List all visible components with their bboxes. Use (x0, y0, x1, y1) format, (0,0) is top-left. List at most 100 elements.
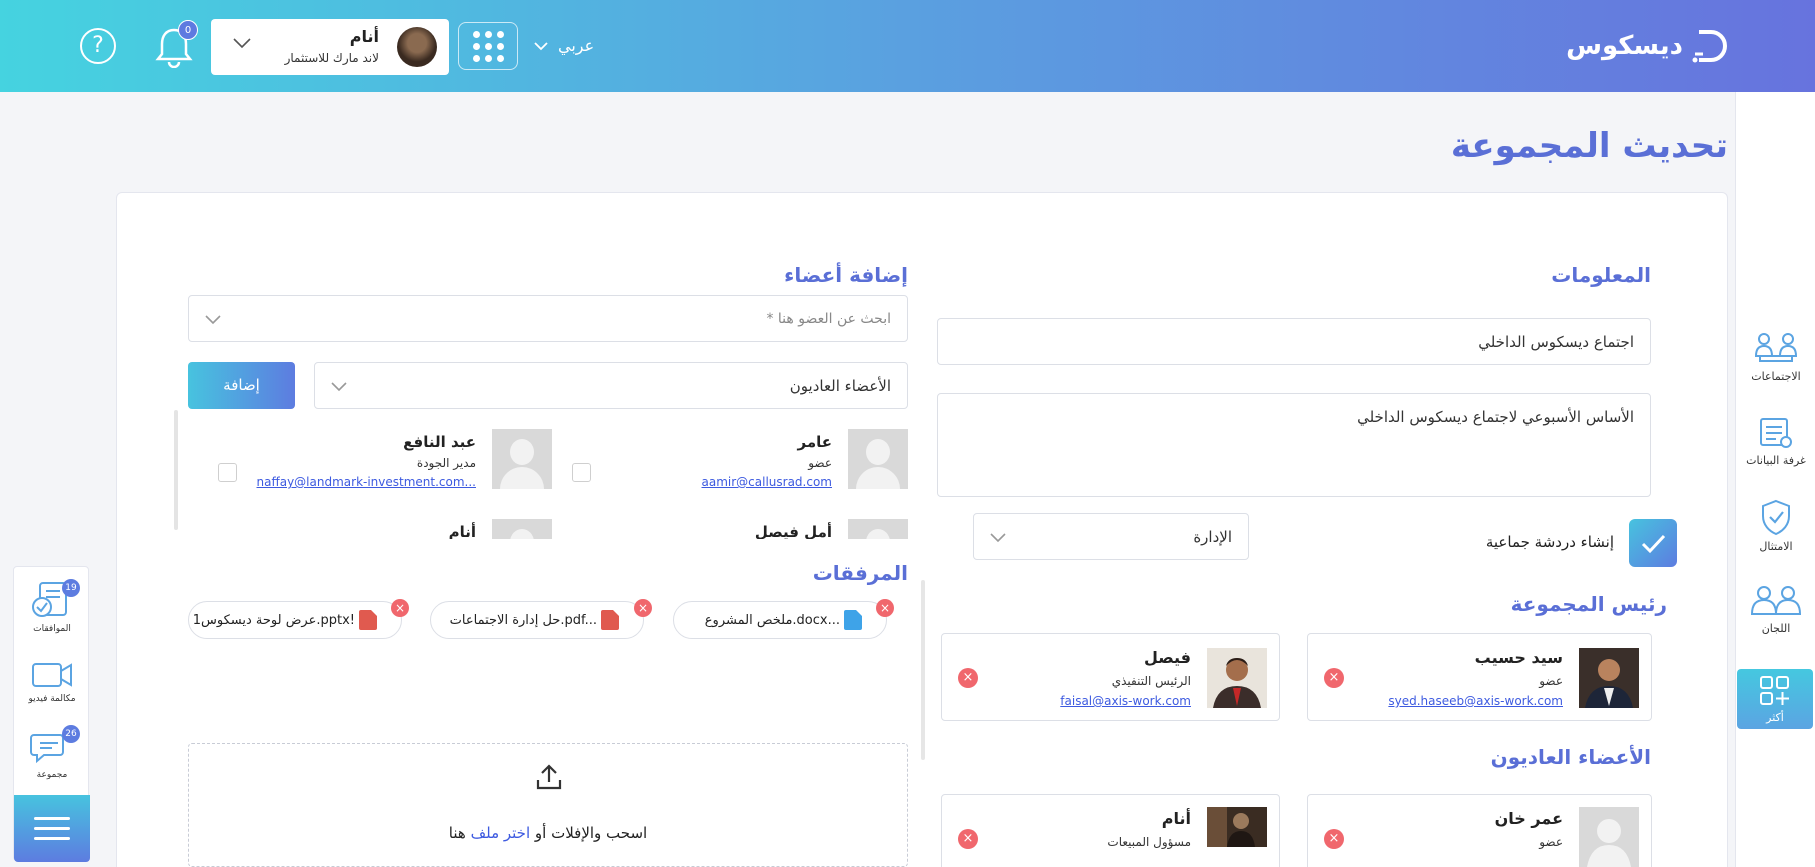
attachment-chip[interactable]: حل إدارة الاجتماعات.pdf... (430, 601, 644, 639)
chevron-down-icon (331, 381, 347, 391)
member-photo (1207, 807, 1267, 847)
member-name: أمل فيصل (754, 523, 832, 539)
candidates-scrollbar[interactable] (174, 410, 178, 530)
committees-icon (1750, 586, 1802, 615)
nav-label: الاجتماعات (1751, 370, 1801, 383)
regular-members-title: الأعضاء العاديون (1490, 745, 1651, 769)
remove-attachment-button[interactable]: × (634, 599, 652, 617)
group-chat-label: إنشاء دردشة جماعية (1485, 533, 1614, 551)
more-apps-icon (1760, 676, 1789, 705)
candidate-item: أنام (218, 519, 552, 539)
remove-member-button[interactable]: × (1324, 829, 1344, 849)
member-photo (1579, 807, 1639, 867)
member-photo (492, 519, 552, 539)
remove-attachment-button[interactable]: × (391, 599, 409, 617)
group-chat-badge: 26 (62, 725, 80, 743)
chevron-down-icon (233, 38, 251, 49)
nav-item-committees[interactable]: اللجان (1736, 584, 1815, 635)
page-title: تحديث المجموعة (1450, 126, 1728, 166)
regular-member-card: أنام مسؤول المبيعات × (941, 794, 1280, 867)
member-photo (492, 429, 552, 489)
side-navigation: الاجتماعات غرفة البيانات الامتثال اللجان (1735, 92, 1815, 867)
member-type-select[interactable]: الأعضاء العاديون (314, 362, 908, 409)
remove-member-button[interactable]: × (958, 829, 978, 849)
nav-item-more[interactable]: أكثر (1737, 669, 1813, 729)
group-chat-checkbox[interactable] (1629, 519, 1677, 567)
attachment-chip[interactable]: ملخص المشروع.docx... (673, 601, 887, 639)
user-organization: لاند مارك للاستثمار (284, 51, 379, 65)
approvals-badge: 19 (62, 579, 80, 597)
meetings-icon (1754, 333, 1798, 362)
notification-badge: 0 (178, 20, 198, 40)
file-name: ملخص المشروع.docx... (704, 612, 840, 628)
group-name-input[interactable]: اجتماع ديسكوس الداخلي (937, 318, 1651, 365)
attachment-chip[interactable]: عرض لوحة ديسكوس1.pptx! (188, 601, 402, 639)
video-call-icon (32, 663, 72, 687)
member-search-input[interactable]: ابحث عن العضو هنا * (188, 295, 908, 342)
member-role: مدير الجودة (416, 456, 476, 470)
remove-member-button[interactable]: × (1324, 668, 1344, 688)
chevron-down-icon (205, 314, 221, 324)
nav-label: الامتثال (1759, 540, 1793, 553)
language-selector[interactable]: عربي (534, 36, 594, 55)
group-description-textarea[interactable]: الأساس الأسبوعي لاجتماع ديسكوس الداخلي (937, 393, 1651, 497)
member-role: عضو (1539, 674, 1563, 688)
member-email[interactable]: syed.haseeb@axis-work.com (1388, 694, 1563, 708)
nav-item-meetings[interactable]: الاجتماعات (1736, 332, 1815, 383)
choose-file-link[interactable]: اختر ملف (471, 824, 531, 842)
candidate-item: عبد النافع مدير الجودة naffay@landmark-i… (218, 429, 552, 499)
candidate-item: أمل فيصل (572, 519, 908, 539)
member-role: عضو (808, 456, 832, 470)
group-head-title: رئيس المجموعة (1510, 592, 1667, 616)
dock-item-group-chat[interactable]: مجموعة 26 (14, 725, 90, 780)
logo-text: ديسكوس (1566, 31, 1683, 61)
checkmark-icon (1641, 534, 1666, 554)
app-logo[interactable]: ديسكوس (1566, 24, 1733, 68)
remove-member-button[interactable]: × (958, 668, 978, 688)
member-photo (848, 519, 908, 539)
group-head-card: فيصل الرئيس التنفيذي faisal@axis-work.co… (941, 633, 1280, 721)
user-name: أنام (349, 27, 379, 46)
file-dropzone[interactable]: اسحب والإفلات أو اختر ملف هنا (188, 743, 908, 867)
member-type-value: الأعضاء العاديون (789, 376, 891, 395)
drop-instruction: اسحب والإفلات أو (534, 824, 648, 842)
group-head-card: سيد حسيب عضو syed.haseeb@axis-work.com × (1307, 633, 1652, 721)
member-photo (1579, 648, 1639, 708)
member-role: عضو (1539, 835, 1563, 849)
info-section-title: المعلومات (1551, 263, 1651, 287)
chevron-down-icon (534, 41, 548, 50)
pdf-file-icon (601, 610, 619, 630)
dock-item-approvals[interactable]: الموافقات 19 (14, 579, 90, 634)
help-button[interactable]: ? (80, 28, 116, 64)
member-photo (1207, 648, 1267, 708)
dock-item-video-call[interactable]: مكالمة فيديو (14, 659, 90, 704)
page-scrollbar[interactable] (921, 580, 925, 760)
add-members-title: إضافة أعضاء (784, 263, 908, 287)
quick-actions-dock: الموافقات 19 مكالمة فيديو مجموعة 26 (13, 566, 90, 862)
drop-suffix: هنا (448, 824, 466, 842)
search-placeholder: ابحث عن العضو هنا * (766, 310, 891, 327)
user-menu[interactable]: أنام لاند مارك للاستثمار (211, 19, 449, 75)
hamburger-menu-icon[interactable] (14, 795, 90, 862)
member-name: عبد النافع (403, 433, 476, 451)
member-photo (848, 429, 908, 489)
department-select[interactable]: الإدارة (973, 513, 1249, 560)
chevron-down-icon (990, 532, 1006, 542)
member-email[interactable]: naffay@landmark-investment.com... (257, 475, 477, 489)
candidate-list: عامر عضو aamir@callusrad.com عبد النافع … (188, 425, 908, 539)
member-name: أنام (448, 523, 476, 539)
add-member-button[interactable]: إضافة (188, 362, 295, 409)
apps-grid-button[interactable] (458, 22, 518, 70)
member-name: عامر (797, 433, 833, 451)
nav-item-compliance[interactable]: الامتثال (1736, 498, 1815, 553)
file-name: عرض لوحة ديسكوس1.pptx! (192, 612, 355, 628)
candidate-checkbox[interactable] (218, 463, 237, 482)
candidate-item: عامر عضو aamir@callusrad.com (572, 429, 908, 499)
member-email[interactable]: faisal@axis-work.com (1060, 694, 1191, 708)
nav-label: غرفة البيانات (1746, 454, 1806, 467)
dock-label: مكالمة فيديو (28, 694, 76, 704)
member-email[interactable]: aamir@callusrad.com (702, 475, 833, 489)
candidate-checkbox[interactable] (572, 463, 591, 482)
remove-attachment-button[interactable]: × (876, 599, 894, 617)
nav-item-data-room[interactable]: غرفة البيانات (1736, 416, 1815, 467)
